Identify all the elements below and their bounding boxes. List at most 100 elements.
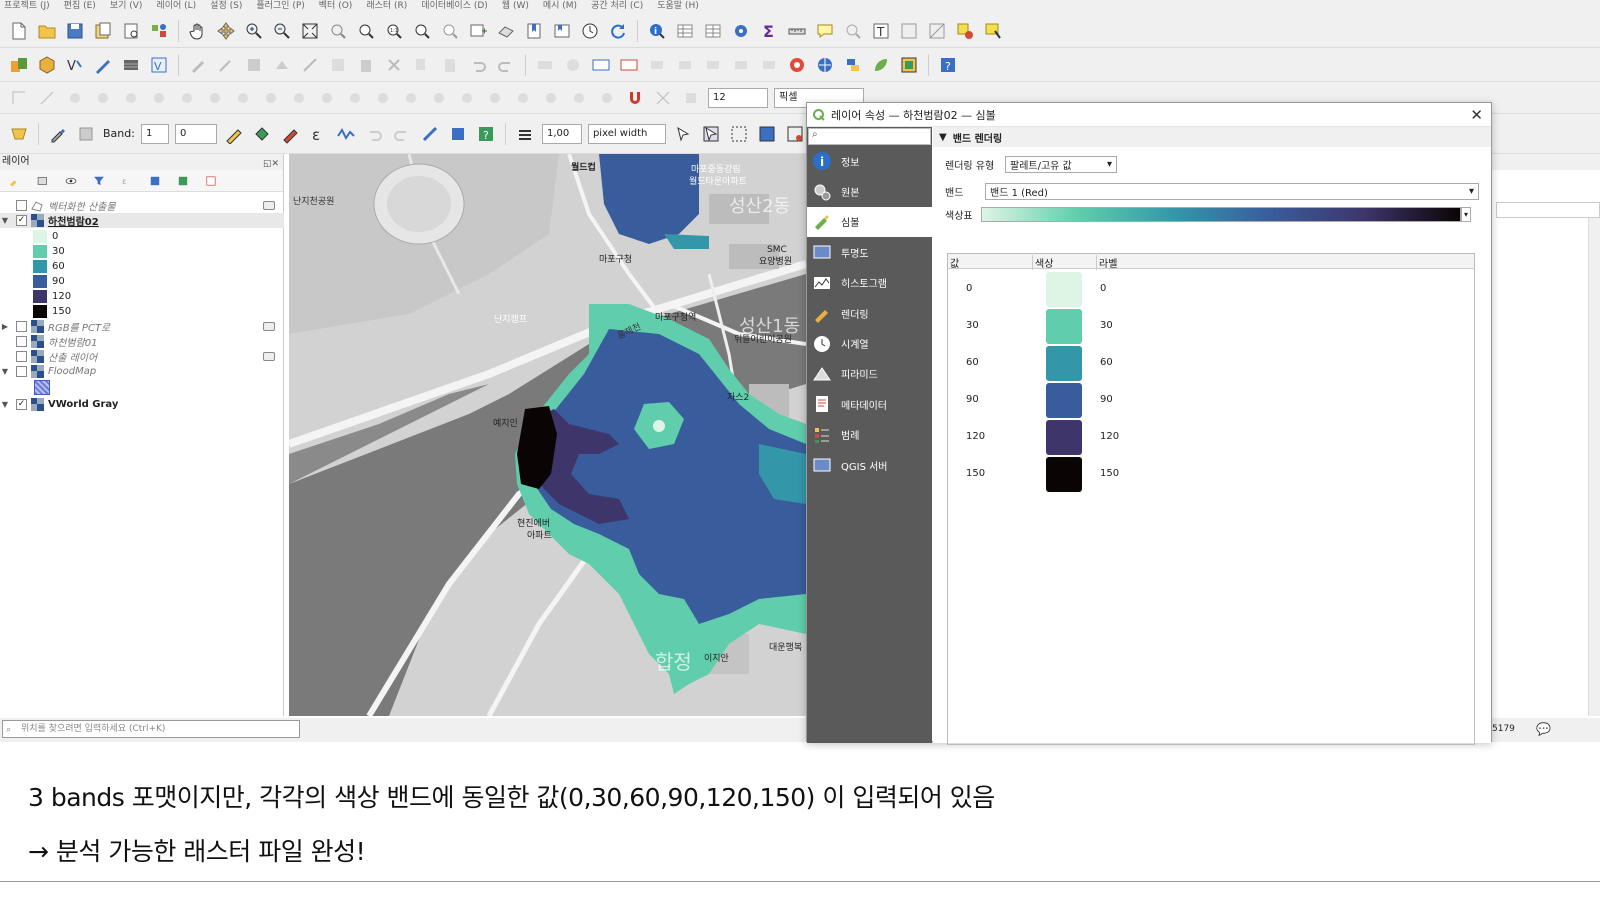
shape-tool-17-icon[interactable]	[512, 87, 534, 109]
save-project-icon[interactable]	[64, 20, 86, 42]
palette-color-swatch[interactable]	[1046, 346, 1082, 381]
sidebar-item-source[interactable]: 원본	[807, 176, 932, 206]
layer-vectorized-output[interactable]: 벡터화한 산출물	[0, 198, 116, 213]
shape-tool-19-icon[interactable]	[568, 87, 590, 109]
menu-mesh[interactable]: 메시 (M)	[543, 0, 577, 14]
shape-tool-5-icon[interactable]	[176, 87, 198, 109]
profile-icon[interactable]	[335, 123, 357, 145]
attribute-table-icon[interactable]	[674, 20, 696, 42]
palette-label[interactable]: 90	[1100, 394, 1113, 405]
layer-floodmap[interactable]: ▼ FloodMap	[0, 364, 96, 379]
table-row[interactable]: 150 150	[948, 456, 1476, 493]
select-tool-3-icon[interactable]	[728, 123, 750, 145]
raster-tool-2-icon[interactable]	[447, 123, 469, 145]
table-row[interactable]: 90 90	[948, 382, 1476, 419]
plugin-red-icon[interactable]	[786, 54, 808, 76]
plugin-map-icon[interactable]	[898, 54, 920, 76]
palette-color-swatch[interactable]	[1046, 420, 1082, 455]
menu-project[interactable]: 프로젝트 (J)	[4, 0, 50, 14]
select-tool-5-icon[interactable]	[784, 123, 806, 145]
shape-tool-3-icon[interactable]	[120, 87, 142, 109]
shape-tool-6-icon[interactable]	[204, 87, 226, 109]
layer-flood-01[interactable]: 하천범람01	[0, 334, 98, 349]
palette-value[interactable]: 60	[966, 357, 979, 368]
add-raster-icon[interactable]	[120, 54, 142, 76]
width-value-input[interactable]: 1,00	[541, 123, 582, 144]
select-tool-1-icon[interactable]	[672, 123, 694, 145]
measure-icon[interactable]	[786, 20, 808, 42]
menu-settings[interactable]: 설정 (S)	[210, 0, 242, 14]
sidebar-item-pyramids[interactable]: 피라미드	[807, 359, 932, 389]
zoom-last-icon[interactable]	[411, 20, 433, 42]
edit-pencil-icon[interactable]	[187, 54, 209, 76]
plugin-globe-icon[interactable]	[814, 54, 836, 76]
open-styling-icon[interactable]	[4, 170, 26, 192]
zoom-layer-icon[interactable]	[355, 20, 377, 42]
map-canvas[interactable]: 난지천공원 월드컵 마포중동강림 월드타운아파트 성산2동 마포구청 SMC 요…	[289, 154, 806, 716]
panel-close-icon[interactable]: ◱✕	[263, 156, 279, 172]
sidebar-search-input[interactable]: ⌕	[808, 128, 931, 145]
shape-tool-16-icon[interactable]	[484, 87, 506, 109]
layer-checkbox[interactable]	[16, 351, 27, 362]
band-select[interactable]: 1	[140, 123, 169, 144]
layer-checkbox[interactable]	[16, 321, 27, 332]
zoom-selection-icon[interactable]	[327, 20, 349, 42]
zoom-out-icon[interactable]	[271, 20, 293, 42]
label-abc-icon[interactable]	[590, 54, 612, 76]
open-project-icon[interactable]	[36, 20, 58, 42]
show-bookmarks-icon[interactable]	[551, 20, 573, 42]
undo-icon[interactable]	[467, 54, 489, 76]
palette-label[interactable]: 120	[1100, 431, 1119, 442]
table-row[interactable]: 60 60	[948, 345, 1476, 382]
redo-raster-icon[interactable]	[391, 123, 413, 145]
move-label-icon[interactable]	[674, 54, 696, 76]
band-rendering-section-header[interactable]: ▼ 밴드 렌더링	[933, 127, 1491, 147]
pan-icon[interactable]	[187, 20, 209, 42]
select-tool-4-icon[interactable]	[756, 123, 778, 145]
new-3d-view-icon[interactable]	[495, 20, 517, 42]
palette-color-swatch[interactable]	[1046, 383, 1082, 418]
advanced-digitize-icon[interactable]	[8, 87, 30, 109]
draw-pencil-icon[interactable]	[223, 123, 245, 145]
sidebar-item-histogram[interactable]: 히스토그램	[807, 268, 932, 298]
expression-icon[interactable]: ε	[307, 123, 329, 145]
shape-tool-12-icon[interactable]	[372, 87, 394, 109]
layer-labeling-icon[interactable]	[562, 54, 584, 76]
snapping-type-icon[interactable]	[680, 87, 702, 109]
zoom-next-icon[interactable]	[439, 20, 461, 42]
layer-checkbox[interactable]	[16, 336, 27, 347]
right-dock-scrollbar[interactable]	[1588, 218, 1600, 716]
menu-plugins[interactable]: 플러그인 (P)	[256, 0, 304, 14]
right-dock-field[interactable]	[1496, 202, 1600, 218]
pin-label-icon[interactable]	[646, 54, 668, 76]
select-tool-2-icon[interactable]	[700, 123, 722, 145]
new-geopackage-icon[interactable]	[36, 54, 58, 76]
palette-value[interactable]: 120	[966, 431, 985, 442]
render-type-select[interactable]: 팔레트/고유 값 ▾	[1005, 156, 1117, 173]
width-unit-select[interactable]: pixel width	[587, 123, 666, 144]
menu-web[interactable]: 웹 (W)	[502, 0, 529, 14]
sidebar-item-info[interactable]: i 정보	[807, 146, 932, 176]
menu-edit[interactable]: 편집 (E)	[64, 0, 96, 14]
table-row[interactable]: 00	[948, 271, 1476, 308]
digitize-icon[interactable]	[92, 54, 114, 76]
shape-tool-1-icon[interactable]	[64, 87, 86, 109]
help-icon[interactable]: ?	[937, 54, 959, 76]
magnet-icon[interactable]	[624, 87, 646, 109]
shape-tool-9-icon[interactable]	[288, 87, 310, 109]
shape-tool-13-icon[interactable]	[400, 87, 422, 109]
snapping-mode-icon[interactable]	[652, 87, 674, 109]
sidebar-item-legend[interactable]: 범례	[807, 420, 932, 450]
add-feature-icon[interactable]	[271, 54, 293, 76]
palette-color-swatch[interactable]	[1046, 457, 1082, 492]
locator-search-input[interactable]: ⌕ 위치를 찾으려면 입력하세요 (Ctrl+K)	[2, 720, 300, 738]
statistics-icon[interactable]: Σ	[758, 20, 780, 42]
palette-label[interactable]: 60	[1100, 357, 1113, 368]
remove-layer-icon[interactable]	[200, 170, 222, 192]
add-virtual-layer-icon[interactable]: V	[148, 54, 170, 76]
rotate-label-icon[interactable]	[702, 54, 724, 76]
pan-to-selection-icon[interactable]	[215, 20, 237, 42]
vertex-tool-icon[interactable]	[299, 54, 321, 76]
sidebar-item-qgis-server[interactable]: QGIS 서버	[807, 450, 932, 480]
add-group-icon[interactable]	[32, 170, 54, 192]
